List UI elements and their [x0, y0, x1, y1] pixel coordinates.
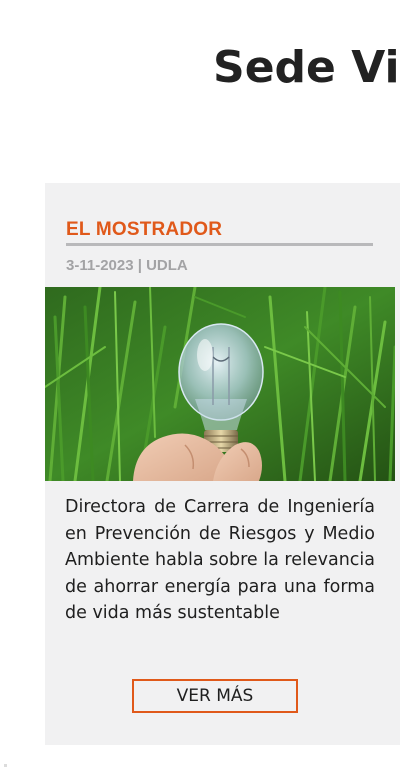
section-heading: Sede Vir: [213, 42, 400, 93]
corner-dot: [4, 764, 7, 767]
news-summary: Directora de Carrera de Ingeniería en Pr…: [65, 497, 375, 623]
news-card: EL MOSTRADOR 3-11-2023 | UDLA Directora …: [45, 183, 400, 745]
source-divider: [66, 243, 373, 246]
lightbulb-photo-illustration: [45, 287, 395, 481]
page: Sede Vir EL MOSTRADOR 3-11-2023 | UDLA: [0, 0, 400, 781]
news-image[interactable]: [45, 287, 395, 481]
news-source-label: EL MOSTRADOR: [66, 219, 223, 240]
news-date-author: 3-11-2023 | UDLA: [66, 257, 188, 274]
read-more-button[interactable]: VER MÁS: [132, 679, 298, 713]
